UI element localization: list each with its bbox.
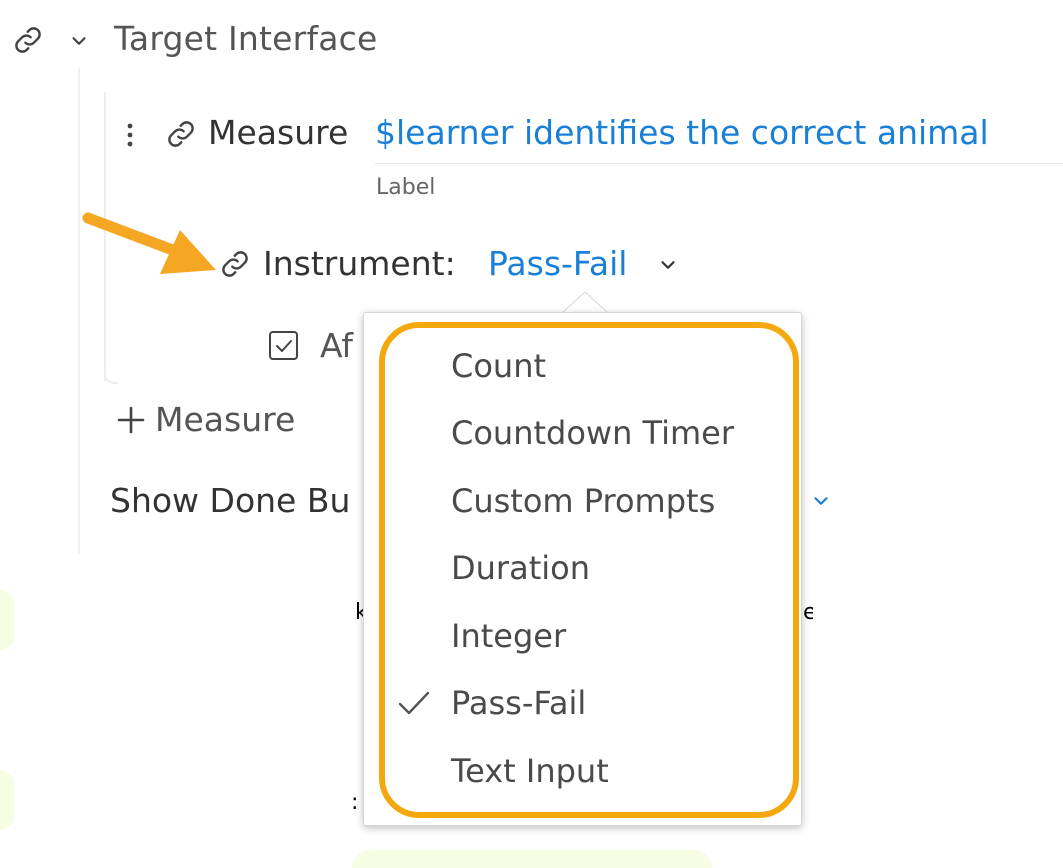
menu-item-custom-prompts[interactable]: Custom Prompts bbox=[451, 482, 715, 520]
more-vertical-icon[interactable] bbox=[122, 120, 138, 154]
link-icon[interactable] bbox=[12, 24, 44, 56]
tree-guide-corner bbox=[104, 372, 118, 384]
checkmark-icon bbox=[397, 690, 431, 722]
link-icon[interactable] bbox=[219, 248, 251, 280]
input-underline bbox=[375, 163, 1063, 164]
menu-item-integer[interactable]: Integer bbox=[451, 617, 566, 655]
instrument-select[interactable]: Pass-Fail bbox=[488, 244, 627, 283]
field-label: Label bbox=[376, 175, 436, 200]
menu-item-duration[interactable]: Duration bbox=[451, 549, 590, 587]
section-title: Target Interface bbox=[114, 19, 378, 58]
measure-name-input[interactable]: $learner identifies the correct animal bbox=[375, 113, 989, 152]
annotation-arrow-icon bbox=[80, 208, 220, 282]
menu-item-pass-fail[interactable]: Pass-Fail bbox=[451, 684, 586, 722]
instrument-prefix: Instrument: bbox=[263, 244, 456, 283]
chevron-down-icon[interactable] bbox=[68, 30, 90, 52]
menu-item-text-input[interactable]: Text Input bbox=[451, 752, 609, 790]
tree-guide-outer bbox=[78, 68, 80, 554]
menu-item-countdown-timer[interactable]: Countdown Timer bbox=[451, 414, 734, 452]
show-done-label: Show Done Bu bbox=[110, 481, 351, 520]
add-measure-button[interactable]: Measure bbox=[155, 400, 295, 439]
link-icon[interactable] bbox=[165, 118, 197, 150]
menu-item-count[interactable]: Count bbox=[451, 347, 546, 385]
background-blob bbox=[352, 850, 712, 868]
checkbox-checked-icon[interactable] bbox=[268, 330, 300, 366]
chevron-down-icon[interactable] bbox=[657, 254, 679, 276]
background-text-fragment: e bbox=[803, 600, 813, 622]
checkbox-label: Af bbox=[320, 326, 354, 365]
background-blob bbox=[0, 590, 14, 650]
plus-icon[interactable] bbox=[116, 405, 146, 439]
chevron-down-icon[interactable] bbox=[810, 490, 832, 512]
background-blob bbox=[0, 770, 14, 830]
background-text-fragment: : bbox=[351, 790, 359, 812]
measure-prefix: Measure bbox=[208, 113, 349, 152]
